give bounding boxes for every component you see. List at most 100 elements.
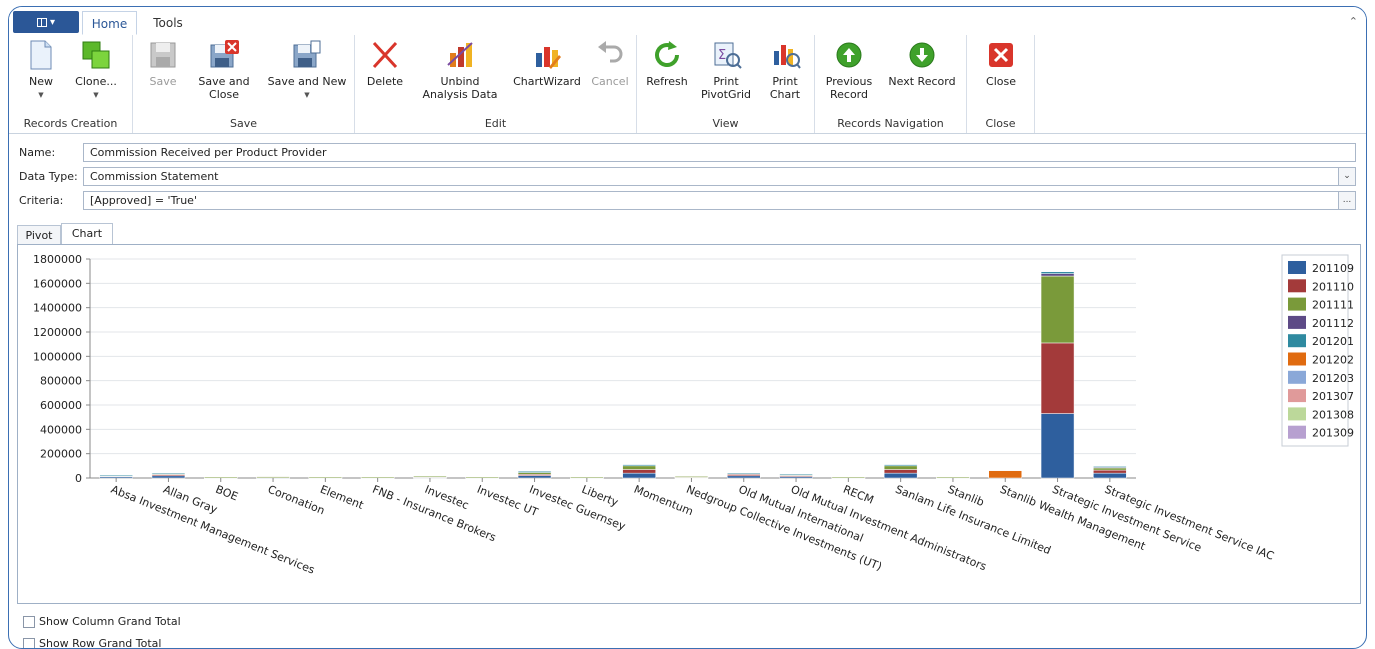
next-record-button[interactable]: Next Record [883, 39, 961, 88]
criteria-field[interactable]: [Approved] = 'True' ... [83, 191, 1356, 210]
unbind-analysis-data-button[interactable]: Unbind Analysis Data [415, 39, 505, 101]
new-button[interactable]: New ▼ [21, 39, 61, 102]
tab-tools[interactable]: Tools [143, 11, 193, 35]
legend-label: 201201 [1312, 335, 1354, 348]
stacked-bar-chart: 0 200000 400000 600000 800000 1000000 1200000 1… [33, 253, 1354, 577]
app-menu-button[interactable]: ▾ [13, 11, 79, 33]
checkbox-box[interactable] [23, 637, 35, 648]
print-chart-icon [769, 39, 801, 71]
show-column-grand-total-checkbox[interactable]: Show Column Grand Total [23, 615, 181, 628]
bar-segment [1093, 466, 1127, 468]
delete-button[interactable]: Delete [365, 39, 405, 88]
print-pivotgrid-label-line2: PivotGrid [700, 88, 752, 101]
legend-swatch [1288, 297, 1306, 311]
previous-record-button[interactable]: Previous Record [821, 39, 877, 101]
save-and-close-button[interactable]: Save and Close [193, 39, 255, 101]
legend-swatch [1288, 279, 1306, 293]
bar-segment [1040, 273, 1075, 277]
name-field[interactable]: Commission Received per Product Provider [83, 143, 1356, 162]
y-tick-label: 1200000 [33, 326, 82, 339]
x-tick-label: Momentum [632, 483, 695, 519]
name-label: Name: [19, 146, 56, 159]
ribbon: New ▼ Clone... ▼ Records Creation Save S… [9, 35, 1366, 134]
bar-segment [1040, 413, 1075, 479]
undo-icon [594, 39, 626, 71]
svg-text:Σ: Σ [718, 48, 726, 63]
legend-swatch [1288, 370, 1306, 384]
legend-swatch [1288, 425, 1306, 439]
y-tick-label: 800000 [40, 375, 82, 388]
criteria-value: [Approved] = 'True' [90, 194, 197, 207]
y-tick-label: 600000 [40, 399, 82, 412]
collapse-ribbon-icon[interactable]: ⌃ [1349, 15, 1358, 28]
cancel-button[interactable]: Cancel [589, 39, 631, 88]
clone-icon [80, 39, 112, 71]
chevron-down-icon: ▾ [49, 16, 56, 28]
group-label: Close [985, 117, 1016, 130]
tab-home[interactable]: Home [82, 11, 137, 35]
datatype-select[interactable]: Commission Statement ⌄ [83, 167, 1356, 186]
group-label: View [712, 117, 739, 130]
bar-segment [674, 476, 709, 478]
legend-label: 201202 [1312, 354, 1354, 367]
checkbox-box[interactable] [23, 615, 35, 628]
bar-segment [413, 476, 447, 478]
legend-swatch [1288, 389, 1306, 403]
group-close: Close Close [967, 35, 1035, 133]
ribbon-tabstrip: ▾ Home Tools ⌃ [9, 7, 1366, 36]
bar-segment [99, 474, 133, 477]
tab-pivot[interactable]: Pivot [17, 225, 61, 245]
new-document-icon [25, 39, 57, 71]
chart-panel: 0 200000 400000 600000 800000 1000000 1200000 1… [17, 244, 1361, 604]
save-close-icon [208, 39, 240, 71]
legend-swatch [1288, 261, 1306, 274]
close-button[interactable]: Close [979, 39, 1023, 88]
criteria-ellipsis-button[interactable]: ... [1338, 192, 1355, 209]
bar-segment [622, 472, 656, 479]
legend-swatch [1288, 407, 1306, 421]
show-row-grand-total-label: Show Row Grand Total [39, 637, 162, 649]
legend-label: 201308 [1312, 408, 1354, 421]
save-button[interactable]: Save [145, 39, 181, 88]
chartwizard-button[interactable]: ChartWizard [511, 39, 583, 88]
previous-record-label-line2: Record [829, 88, 868, 101]
group-records-creation: New ▼ Clone... ▼ Records Creation [9, 35, 133, 133]
refresh-button[interactable]: Refresh [643, 39, 691, 88]
show-row-grand-total-checkbox[interactable]: Show Row Grand Total [23, 637, 162, 649]
legend-label: 201110 [1312, 280, 1354, 293]
group-save: Save Save and Close Save and New ▼ Save [133, 35, 355, 133]
previous-record-label-line1: Previous [825, 75, 873, 88]
next-record-label: Next Record [888, 75, 956, 88]
print-pivotgrid-label-line1: Print [713, 75, 739, 88]
bar-segment [1093, 472, 1127, 479]
bar-segment [988, 470, 1022, 479]
bar-segment [517, 475, 552, 479]
print-chart-button[interactable]: Print Chart [761, 39, 809, 101]
save-and-new-button[interactable]: Save and New ▼ [265, 39, 349, 102]
print-chart-label-line1: Print [772, 75, 798, 88]
bar-segment [151, 472, 186, 475]
print-pivotgrid-button[interactable]: Σ Print PivotGrid [699, 39, 753, 101]
tab-chart[interactable]: Chart [61, 223, 113, 245]
print-chart-label-line2: Chart [769, 88, 801, 101]
x-tick-label: Coronation [266, 483, 327, 518]
bar-segment [883, 472, 918, 479]
bar-segment [883, 464, 918, 467]
bar-segment [622, 464, 656, 467]
y-tick-label: 1400000 [33, 302, 82, 315]
group-view: Refresh Σ Print PivotGrid Print Chart Vi… [637, 35, 815, 133]
legend-label: 201111 [1312, 299, 1354, 312]
legend-label: 201109 [1312, 262, 1354, 275]
group-label: Records Navigation [837, 117, 944, 130]
legend-swatch [1288, 352, 1306, 366]
clone-button[interactable]: Clone... ▼ [67, 39, 125, 102]
app-menu-icon [36, 17, 47, 27]
save-disk-icon [147, 39, 179, 71]
unbind-label-line2: Analysis Data [422, 88, 498, 101]
chevron-down-icon[interactable]: ⌄ [1338, 168, 1355, 185]
bar-segment [622, 465, 656, 470]
y-tick-label: 0 [75, 472, 82, 485]
bar-segment [727, 475, 761, 479]
bar-segment [779, 473, 813, 476]
bar-segment [727, 472, 761, 475]
